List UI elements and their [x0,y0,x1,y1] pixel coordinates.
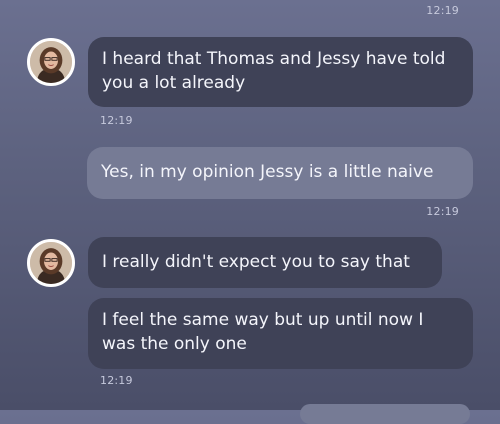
incoming-message[interactable]: I heard that Thomas and Jessy have told … [88,37,473,107]
contact-avatar[interactable] [27,239,75,287]
outgoing-message[interactable]: Yes, in my opinion Jessy is a little nai… [87,147,473,199]
profile-photo-icon [30,242,72,284]
message-text: I feel the same way but up until now I w… [102,310,424,354]
message-timestamp: 12:19 [426,205,459,218]
chat-thread: 12:19 I heard that Thomas and Jessy have… [0,0,500,424]
message-timestamp: 12:19 [100,374,133,387]
message-text: Yes, in my opinion Jessy is a little nai… [101,162,434,182]
incoming-message[interactable]: I really didn't expect you to say that [88,237,442,288]
profile-photo-icon [30,41,72,83]
outgoing-message-partial[interactable] [300,404,470,424]
message-text: I really didn't expect you to say that [102,252,410,272]
message-timestamp: 12:19 [426,4,459,17]
message-text: I heard that Thomas and Jessy have told … [102,49,446,93]
incoming-message[interactable]: I feel the same way but up until now I w… [88,298,473,369]
message-timestamp: 12:19 [100,114,133,127]
contact-avatar[interactable] [27,38,75,86]
